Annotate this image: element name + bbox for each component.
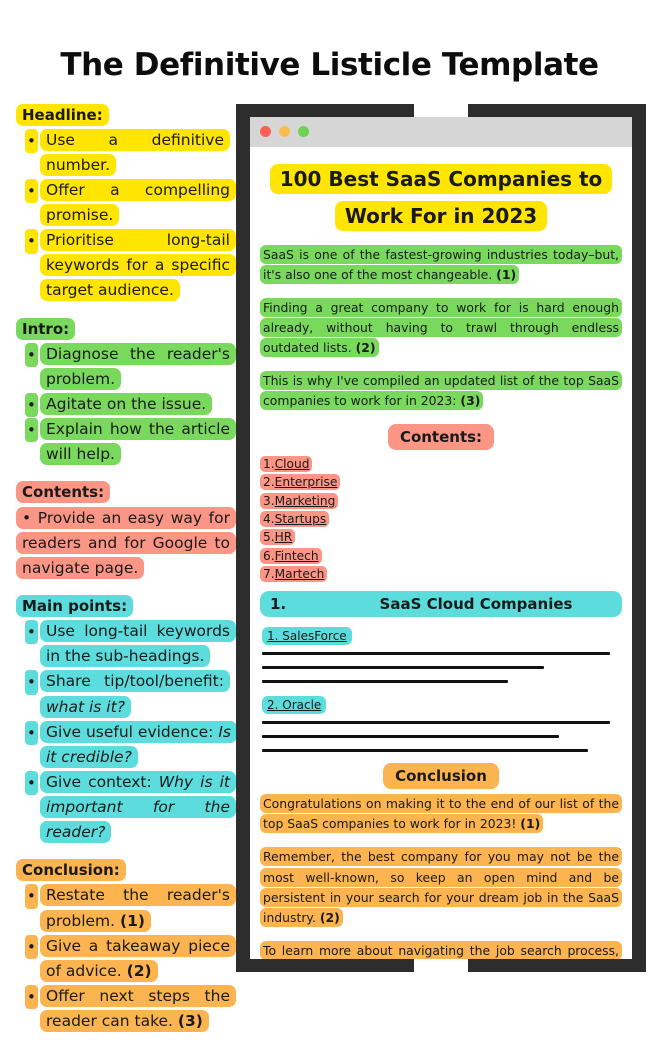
browser-viewport: 100 Best SaaS Companies to Work For in 2… [250,116,632,959]
bullet-icon: • [25,620,38,645]
frame-bottom-left [236,958,414,972]
list-item: • Use a definitive number. [25,128,236,178]
note-intro: Intro: • Diagnose the reader's problem. • Ag… [8,317,236,468]
contents-link-item[interactable]: 6.Fintech [260,547,622,565]
close-window-dot[interactable] [260,126,271,138]
note-title-headline: Headline: [16,103,236,127]
bullet-icon: • [25,393,38,418]
note-contents: Contents: • Provide an easy way for reade… [8,481,236,581]
frame-bottom-right [468,958,646,972]
frame-top-left [236,103,414,117]
company-block: 1. SalesForce [260,625,622,684]
list-item: • Offer next steps the reader can take. (… [25,984,236,1034]
note-title-intro: Intro: [16,317,236,341]
bullet-icon: • [25,720,38,745]
article-contents-block: Contents: 1.Cloud 2.Enterprise 3.Marketing… [260,424,622,583]
frame-top-right [468,103,646,117]
note-list: • Diagnose the reader's problem. • Agitate … [8,342,236,468]
conclusion-paragraph: To learn more about navigating the job s… [260,940,622,959]
bullet-icon: • [25,934,38,959]
article-company-blocks: 1. SalesForce 2. Oracle [260,625,622,753]
company-link[interactable]: 1. SalesForce [262,627,352,646]
article-headline: 100 Best SaaS Companies to Work For in 2… [260,161,622,235]
list-item: • Diagnose the reader's problem. [25,342,236,392]
placeholder-text-rule [262,721,610,725]
list-item: • Restate the reader's problem. (1) [25,883,236,933]
note-list: • Use long-tail keywords in the sub-headi… [8,619,237,845]
note-list: • Restate the reader's problem. (1) • Give … [8,883,236,1034]
placeholder-text-rule [262,749,588,753]
contents-link-item[interactable]: 3.Marketing [260,492,622,510]
list-item: • Share tip/tool/benefit: what is it? [25,669,236,719]
company-block: 2. Oracle [260,694,622,753]
note-title-conclusion: Conclusion: [16,859,236,882]
contents-link-item[interactable]: 5.HR [260,528,622,546]
section-title: SaaS Cloud Companies [379,595,573,614]
list-item: • Give context: Why is it important for t… [25,770,236,845]
article-conclusion-heading: Conclusion [260,763,622,790]
contents-link-item[interactable]: 7.Martech [260,565,622,583]
section-number: 1. [270,595,287,614]
bullet-icon: • [25,418,38,443]
contents-link-item[interactable]: 4.Startups [260,510,622,528]
article-contents-heading: Contents: [260,424,622,451]
article-conclusion-paragraphs: Congratulations on making it to the end … [260,794,622,959]
list-item: • Prioritise long-tail keywords for a spe… [25,228,236,303]
list-item: • Use long-tail keywords in the sub-headi… [25,619,236,669]
list-item: • Offer a compelling promise. [25,178,236,228]
bullet-icon: • [25,770,38,796]
note-headline: Headline: • Use a definitive number. • Offer… [8,103,236,304]
conclusion-paragraph: Congratulations on making it to the end … [260,794,622,834]
list-item: • Explain how the article will help. [25,417,236,467]
company-link[interactable]: 2. Oracle [262,696,327,715]
contents-link-item[interactable]: 1.Cloud [260,455,622,473]
browser-title-bar [250,116,632,147]
bullet-icon: • [25,342,38,368]
intro-paragraph: This is why I've compiled an updated lis… [260,371,622,411]
contents-link-item[interactable]: 2.Enterprise [260,473,622,491]
content-layout: Headline: • Use a definitive number. • Offer… [0,103,659,1048]
conclusion-paragraph: Remember, the best company for you may n… [260,847,622,927]
placeholder-text-rule [262,652,610,656]
browser-mockup: 100 Best SaaS Companies to Work For in 2… [236,103,646,972]
frame-left [236,103,250,972]
intro-paragraph: Finding a great company to work for is h… [260,297,622,358]
placeholder-text-rule [262,680,509,684]
maximize-window-dot[interactable] [298,126,309,138]
article-contents-list: 1.Cloud 2.Enterprise 3.Marketing 4.Startups… [260,455,622,583]
annotations-column: Headline: • Use a definitive number. • Offer… [0,103,237,1048]
intro-paragraph: SaaS is one of the fastest-growing indus… [260,244,622,285]
article-intro-paragraphs: SaaS is one of the fastest-growing indus… [260,244,622,412]
bullet-icon: • [25,128,38,154]
note-conclusion: Conclusion: • Restate the reader's problem… [8,859,236,1034]
placeholder-text-rule [262,666,545,670]
note-main-points: Main points: • Use long-tail keywords in t… [8,594,237,845]
list-item: • Agitate on the issue. [25,392,236,418]
note-list: • Use a definitive number. • Offer a compel… [8,128,236,304]
note-title-contents: Contents: [16,481,236,504]
article-section-heading: 1. SaaS Cloud Companies [260,591,622,618]
minimize-window-dot[interactable] [279,126,290,138]
note-text: • Provide an easy way for readers and fo… [8,506,236,581]
list-item: • Give useful evidence: Is it credible? [25,720,237,770]
list-item: • Give a takeaway piece of advice. (2) [25,934,236,984]
note-title-main-points: Main points: [16,594,236,618]
article-body: 100 Best SaaS Companies to Work For in 2… [250,147,632,959]
article-headline-text: 100 Best SaaS Companies to Work For in 2… [269,163,613,231]
bullet-icon: • [25,179,38,204]
browser-column: 100 Best SaaS Companies to Work For in 2… [236,103,659,972]
page-title: The Definitive Listicle Template [60,46,599,83]
bullet-icon: • [25,229,38,254]
bullet-icon: • [25,670,38,695]
frame-right [632,103,646,972]
bullet-icon: • [25,984,38,1010]
placeholder-text-rule [262,735,559,739]
bullet-icon: • [25,884,38,909]
